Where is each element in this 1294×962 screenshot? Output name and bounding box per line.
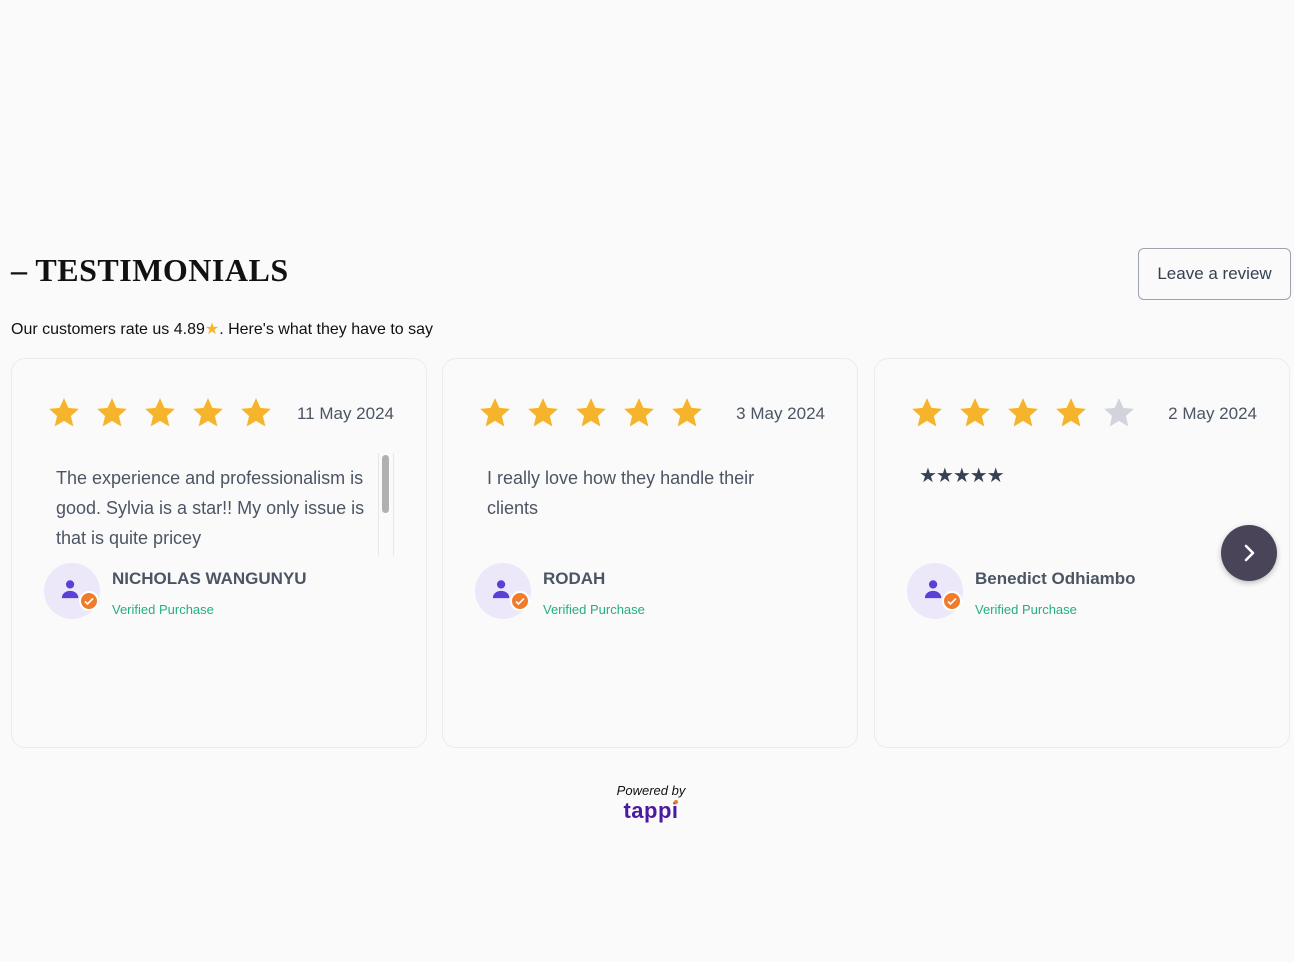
brand-name: tappi	[623, 798, 679, 823]
review-card: 3 May 2024 I really love how they handle…	[442, 358, 858, 748]
leave-review-button[interactable]: Leave a review	[1138, 248, 1291, 300]
star-icon	[624, 398, 654, 427]
next-slide-button[interactable]	[1221, 525, 1277, 581]
check-badge-icon	[79, 591, 99, 611]
review-text: The experience and professionalism is go…	[56, 468, 365, 548]
review-date: 3 May 2024	[736, 404, 825, 423]
avatar	[44, 563, 100, 619]
avatar	[907, 563, 963, 619]
reviewer-name: RODAH	[543, 569, 606, 588]
star-icon	[241, 398, 271, 427]
chevron-right-icon	[1244, 544, 1255, 562]
logo-dot	[673, 800, 678, 804]
star-icon	[97, 398, 127, 427]
review-scrollbar[interactable]	[378, 453, 394, 556]
rating-summary: Our customers rate us 4.89★. Here's what…	[11, 319, 433, 339]
rating-stars	[910, 396, 1136, 430]
verified-purchase-label: Verified Purchase	[543, 602, 645, 617]
avatar	[475, 563, 531, 619]
rating-stars	[478, 396, 704, 430]
star-icon	[1104, 398, 1134, 427]
star-icon	[576, 398, 606, 427]
star-icon	[1056, 398, 1086, 427]
rating-stars	[47, 396, 273, 430]
review-date: 2 May 2024	[1168, 404, 1257, 423]
check-badge-icon	[510, 591, 530, 611]
powered-by-label: Powered by	[616, 783, 686, 798]
reviewer-name: Benedict Odhiambo	[975, 569, 1136, 588]
review-card: 11 May 2024 The experience and professio…	[11, 358, 427, 748]
star-icon	[912, 398, 942, 427]
check-badge-icon	[942, 591, 962, 611]
reviewer-name: NICHOLAS WANGUNYU	[112, 569, 307, 588]
verified-purchase-label: Verified Purchase	[112, 602, 214, 617]
powered-by: Powered by tappi	[0, 783, 1294, 824]
star-icon	[193, 398, 223, 427]
star-icon	[960, 398, 990, 427]
rating-summary-tail: . Here's what they have to say	[219, 321, 434, 338]
scrollbar-thumb[interactable]	[382, 455, 389, 513]
star-icon	[49, 398, 79, 427]
review-date: 11 May 2024	[296, 404, 394, 423]
tappi-logo[interactable]: tappi	[623, 798, 678, 824]
star-icon	[528, 398, 558, 427]
star-icon	[145, 398, 175, 427]
star-icon	[672, 398, 702, 427]
testimonials-header: – TESTIMONIALS Leave a review	[11, 248, 1291, 300]
section-title: – TESTIMONIALS	[11, 252, 289, 288]
review-text: ★★★★★	[919, 465, 1005, 487]
verified-purchase-label: Verified Purchase	[975, 602, 1077, 617]
review-text: I really love how they handle their clie…	[487, 468, 755, 518]
rating-star-icon: ★	[204, 321, 220, 338]
star-icon	[480, 398, 510, 427]
rating-summary-text: Our customers rate us 4.89	[11, 321, 205, 338]
star-icon	[1008, 398, 1038, 427]
